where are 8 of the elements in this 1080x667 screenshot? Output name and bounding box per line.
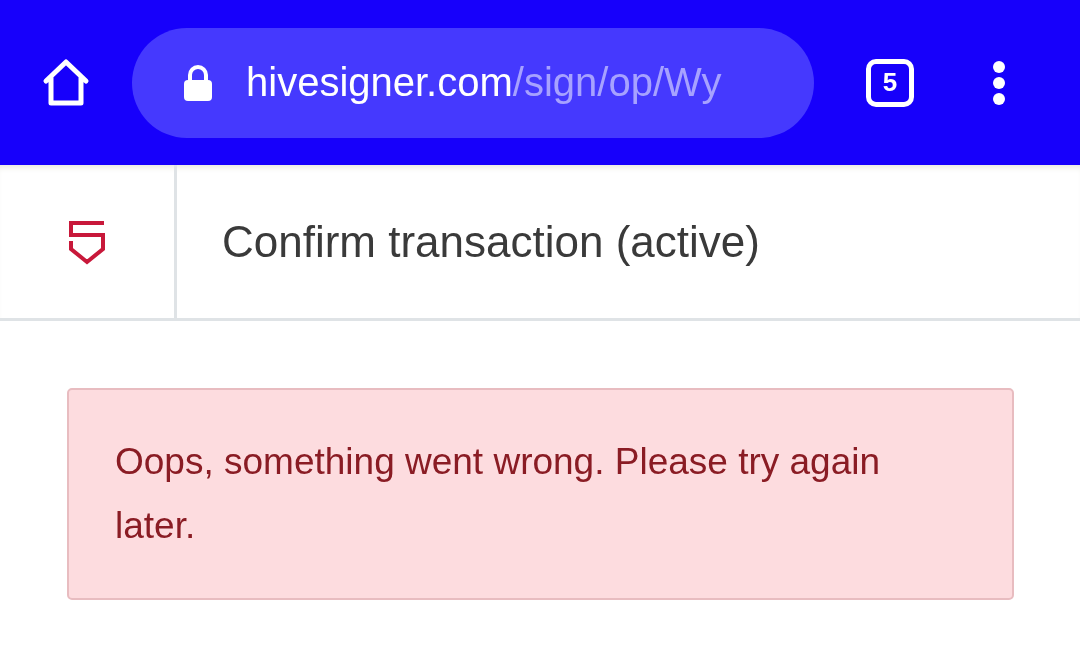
page-title: Confirm transaction (active) bbox=[222, 216, 760, 267]
tab-count-button[interactable]: 5 bbox=[866, 58, 914, 107]
address-bar[interactable]: hivesigner.com/sign/op/Wy bbox=[132, 27, 814, 138]
shield-icon bbox=[67, 218, 107, 265]
lock-icon bbox=[182, 64, 214, 101]
error-alert: Oops, something went wrong. Please try again later. bbox=[67, 388, 1014, 600]
url-text: hivesigner.com/sign/op/Wy bbox=[246, 60, 722, 105]
menu-icon[interactable] bbox=[992, 59, 1006, 106]
